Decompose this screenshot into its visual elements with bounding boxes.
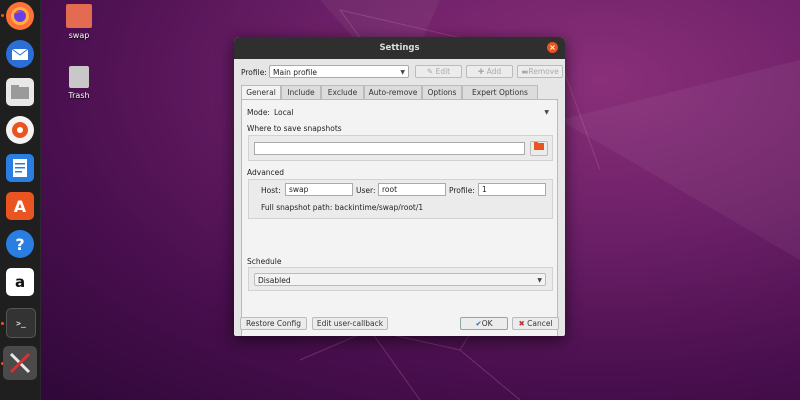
tab-general[interactable]: General (241, 85, 281, 100)
advanced-group: Host: swap User: root Profile: 1 Full sn… (248, 179, 553, 219)
folder-icon (534, 142, 544, 150)
tab-auto-remove[interactable]: Auto-remove (364, 85, 422, 99)
schedule-select[interactable]: Disabled ▼ (254, 273, 546, 286)
tab-exclude[interactable]: Exclude (321, 85, 364, 99)
running-indicator (1, 322, 4, 325)
firefox-icon[interactable] (6, 2, 34, 30)
files-icon[interactable] (6, 78, 34, 106)
terminal-icon[interactable]: >_ (6, 308, 36, 338)
chevron-down-icon: ▼ (544, 109, 549, 116)
mail-icon[interactable] (6, 40, 34, 68)
folder-icon (66, 4, 92, 28)
desktop-icon-label: Trash (68, 91, 90, 100)
window-titlebar[interactable]: Settings × (234, 37, 565, 59)
dock: A ? a >_ (0, 0, 41, 400)
where-to-save-label: Where to save snapshots (247, 124, 342, 133)
host-input[interactable]: swap (285, 183, 353, 196)
cancel-icon: ✖ (518, 319, 525, 328)
desktop-trash[interactable]: Trash (59, 66, 99, 100)
mode-label: Mode: (247, 108, 270, 117)
cancel-label: Cancel (527, 319, 553, 328)
trash-icon (69, 66, 89, 88)
add-icon: ✚ (477, 67, 485, 76)
edit-profile-button[interactable]: ✎ Edit (415, 65, 462, 78)
remove-label: Remove (528, 67, 559, 76)
running-indicator (1, 14, 4, 17)
mode-value: Local (274, 108, 294, 117)
restore-config-button[interactable]: Restore Config (240, 317, 307, 330)
close-icon[interactable]: × (547, 42, 558, 53)
full-snapshot-path: Full snapshot path: backintime/swap/root… (261, 203, 424, 212)
tab-expert-options[interactable]: Expert Options (462, 85, 538, 99)
help-icon[interactable]: ? (6, 230, 34, 258)
mode-select[interactable]: Local ▼ (270, 105, 553, 118)
add-label: Add (486, 67, 502, 76)
advanced-label: Advanced (247, 168, 285, 177)
software-icon[interactable]: A (6, 192, 34, 220)
profile-label: Profile: (241, 68, 267, 77)
edit-user-callback-button[interactable]: Edit user-callback (312, 317, 388, 330)
snapshot-path-group (248, 135, 553, 161)
ok-button[interactable]: ✔OK (460, 317, 508, 330)
music-icon[interactable] (6, 116, 34, 144)
amazon-icon[interactable]: a (6, 268, 34, 296)
tools-icon[interactable] (3, 346, 37, 380)
ok-label: OK (481, 319, 493, 328)
document-icon[interactable] (6, 154, 34, 182)
remove-profile-button[interactable]: ▬Remove (517, 65, 563, 78)
schedule-label: Schedule (247, 257, 282, 266)
desktop-icon-label: swap (68, 31, 90, 40)
profile-number-label: Profile: (449, 186, 475, 195)
schedule-group: Disabled ▼ (248, 267, 553, 291)
profile-number-input[interactable]: 1 (478, 183, 546, 196)
schedule-value: Disabled (258, 276, 291, 285)
tab-include[interactable]: Include (281, 85, 321, 99)
edit-label: Edit (435, 67, 451, 76)
user-input[interactable]: root (378, 183, 446, 196)
pencil-icon: ✎ (426, 67, 434, 76)
chevron-down-icon: ▼ (400, 69, 405, 76)
add-profile-button[interactable]: ✚ Add (466, 65, 513, 78)
profile-value: Main profile (273, 68, 317, 77)
desktop-folder-swap[interactable]: swap (59, 4, 99, 40)
window-title: Settings (379, 43, 420, 53)
cancel-button[interactable]: ✖ Cancel (512, 317, 559, 330)
profile-select[interactable]: Main profile ▼ (269, 65, 409, 78)
folder-browse-button[interactable] (530, 141, 548, 156)
user-label: User: (356, 186, 376, 195)
tab-options[interactable]: Options (422, 85, 462, 99)
profile-row: Profile: Main profile ▼ ✎ Edit ✚ Add ▬Re… (239, 65, 563, 79)
chevron-down-icon: ▼ (537, 277, 542, 284)
settings-window: Settings × Profile: Main profile ▼ ✎ Edi… (234, 37, 565, 336)
snapshot-path-input[interactable] (254, 142, 525, 155)
host-label: Host: (261, 186, 281, 195)
general-panel: Mode: Local ▼ Where to save snapshots Ad… (241, 99, 558, 336)
